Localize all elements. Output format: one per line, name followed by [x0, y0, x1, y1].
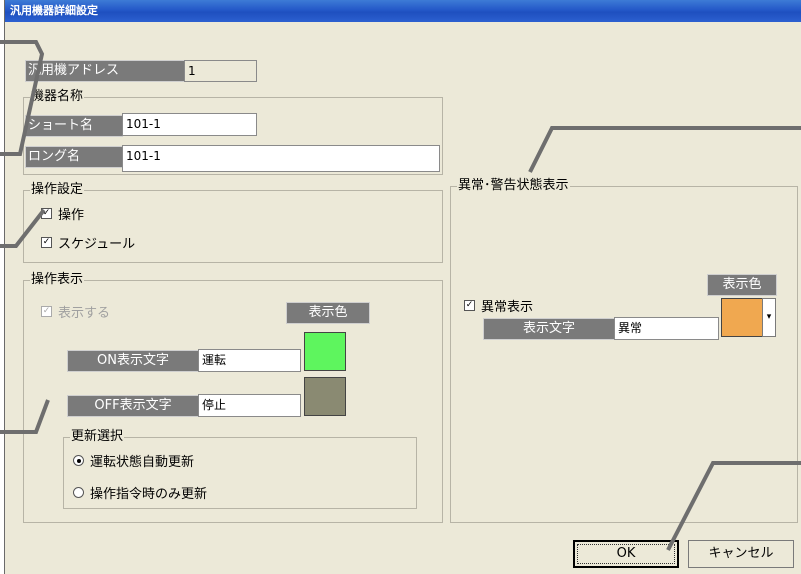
on-text-input[interactable]: 運転 [198, 349, 301, 372]
check-icon: ✓ [41, 237, 52, 248]
chevron-down-icon[interactable]: ▾ [762, 298, 776, 337]
operate-label: 操作 [58, 208, 85, 223]
update-manual-radio[interactable]: 操作指令時のみ更新 [73, 483, 207, 502]
update-selection-legend: 更新選択 [70, 429, 125, 445]
alarm-text-input[interactable]: 異常 [614, 317, 719, 340]
window-title: 汎用機器詳細設定 [10, 4, 98, 17]
operation-display-legend: 操作表示 [30, 272, 85, 288]
long-name-label: ロング名 [25, 146, 123, 168]
alarm-color-label: 表示色 [707, 274, 777, 296]
operation-settings-group: 操作設定 [23, 182, 443, 263]
update-manual-label: 操作指令時のみ更新 [90, 487, 208, 502]
alarm-checkbox[interactable]: ✓ 異常表示 [464, 296, 533, 315]
cancel-button[interactable]: キャンセル [688, 540, 794, 568]
show-label: 表示する [58, 306, 111, 321]
off-text-input[interactable]: 停止 [198, 394, 301, 417]
device-name-legend: 機器名称 [30, 89, 85, 105]
off-color-swatch[interactable] [304, 377, 346, 416]
address-field: 1 [184, 60, 257, 82]
update-auto-radio[interactable]: 運転状態自動更新 [73, 451, 194, 470]
on-text-label: ON表示文字 [67, 350, 199, 372]
alarm-label: 異常表示 [481, 300, 534, 315]
short-name-input[interactable]: 101-1 [122, 113, 257, 136]
check-icon: ✓ [41, 306, 52, 317]
operation-color-label: 表示色 [286, 302, 370, 324]
update-auto-label: 運転状態自動更新 [90, 455, 195, 470]
schedule-checkbox[interactable]: ✓ スケジュール [41, 233, 135, 252]
on-color-swatch[interactable] [304, 332, 346, 371]
dialog-window: 汎用機器詳細設定 汎用機アドレス 1 機器名称 ショート名 101-1 ロング名… [4, 0, 801, 574]
operate-checkbox[interactable]: ✓ 操作 [41, 204, 84, 223]
alarm-text-label: 表示文字 [483, 318, 615, 340]
short-name-label: ショート名 [25, 115, 123, 137]
alarm-display-group: 異常･警告状態表示 [450, 178, 798, 523]
check-icon: ✓ [464, 300, 475, 311]
alarm-color-swatch[interactable] [721, 298, 763, 337]
radio-selected-icon [73, 455, 84, 466]
check-icon: ✓ [41, 208, 52, 219]
long-name-input[interactable]: 101-1 [122, 145, 440, 172]
alarm-display-legend: 異常･警告状態表示 [457, 178, 570, 194]
address-label: 汎用機アドレス [25, 60, 185, 82]
schedule-label: スケジュール [58, 237, 136, 252]
show-checkbox[interactable]: ✓ 表示する [41, 302, 110, 321]
off-text-label: OFF表示文字 [67, 395, 199, 417]
ok-button[interactable]: OK [573, 540, 679, 568]
title-bar: 汎用機器詳細設定 [5, 0, 801, 22]
radio-unselected-icon [73, 487, 84, 498]
operation-settings-legend: 操作設定 [30, 182, 85, 198]
